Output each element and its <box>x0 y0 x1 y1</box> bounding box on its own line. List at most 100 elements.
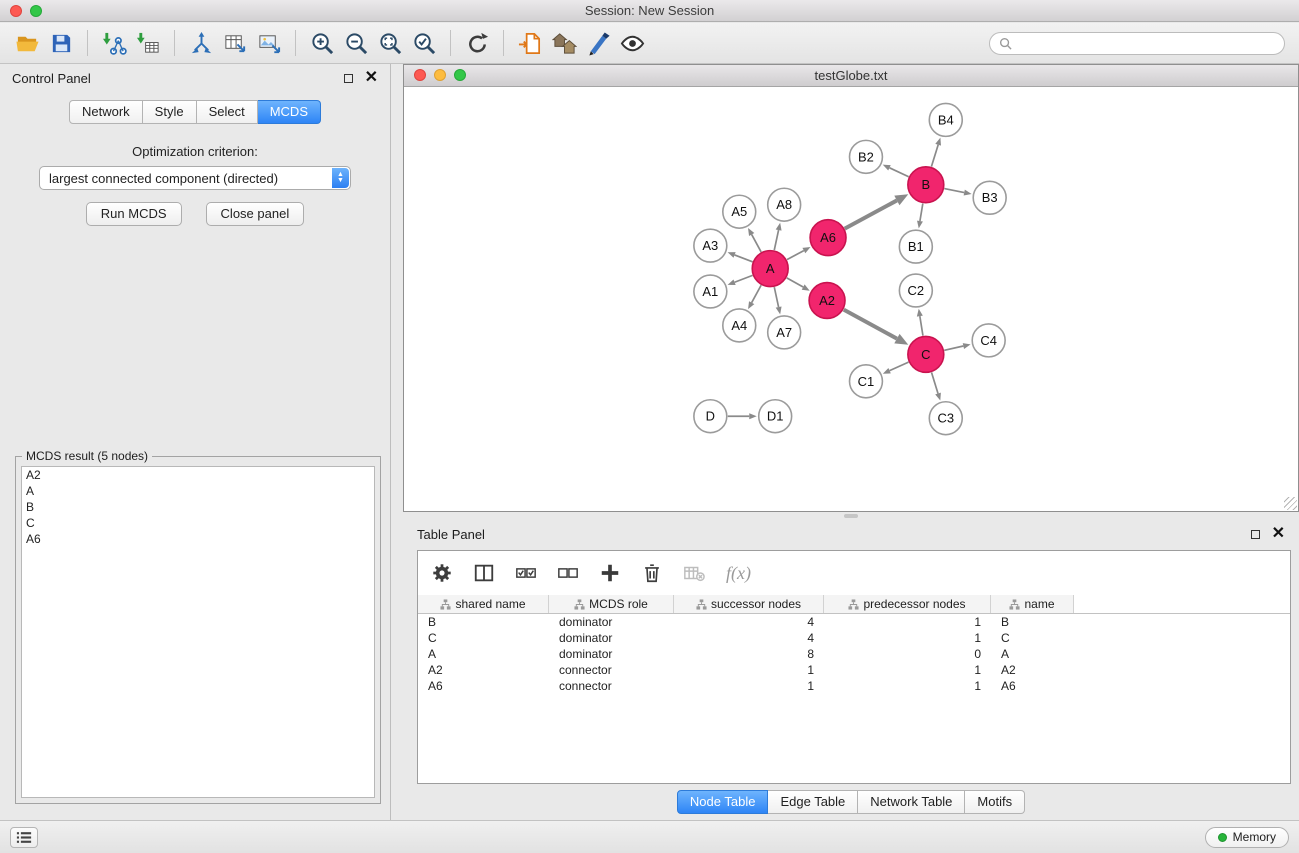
network-node-B1[interactable]: B1 <box>899 230 932 263</box>
network-node-A3[interactable]: A3 <box>694 229 727 262</box>
network-edge-C-C1[interactable] <box>890 362 909 370</box>
zoom-fit-icon[interactable] <box>373 27 407 59</box>
delete-column-icon[interactable] <box>638 559 666 587</box>
mcds-result-item[interactable]: A2 <box>22 467 374 483</box>
float-panel-icon[interactable] <box>344 74 353 83</box>
column-header-name[interactable]: name <box>991 595 1074 613</box>
network-node-A2[interactable]: A2 <box>809 283 845 319</box>
run-mcds-button[interactable]: Run MCDS <box>86 202 182 226</box>
new-table-icon[interactable] <box>218 27 252 59</box>
resize-grip[interactable] <box>1284 497 1297 510</box>
tab-mcds[interactable]: MCDS <box>258 100 321 124</box>
tab-network-table[interactable]: Network Table <box>858 790 965 814</box>
network-edge-A-A7[interactable] <box>774 287 778 307</box>
network-edge-C-C3[interactable] <box>932 372 938 393</box>
network-node-C[interactable]: C <box>908 336 944 372</box>
network-graph[interactable]: B4B2BB3A5A8A6B1A3AC2A1A2A4A7C4CC1C3DD1 <box>404 88 1298 511</box>
mcds-result-item[interactable]: A <box>22 483 374 499</box>
network-node-A1[interactable]: A1 <box>694 275 727 308</box>
network-node-B4[interactable]: B4 <box>929 103 962 136</box>
table-row[interactable]: A6connector11A6 <box>418 678 1290 694</box>
import-table-icon[interactable] <box>131 27 165 59</box>
optimization-criterion-select[interactable]: largest connected component (directed) ▲… <box>39 166 351 190</box>
tab-motifs[interactable]: Motifs <box>965 790 1025 814</box>
network-edge-A-A3[interactable] <box>735 255 753 262</box>
network-node-D[interactable]: D <box>694 400 727 433</box>
zoom-selected-icon[interactable] <box>407 27 441 59</box>
network-edge-A-A2[interactable] <box>787 278 803 287</box>
network-edge-A-A1[interactable] <box>735 275 753 282</box>
network-node-C1[interactable]: C1 <box>850 365 883 398</box>
mcds-result-list[interactable]: A2ABCA6 <box>21 466 375 798</box>
close-window-button[interactable] <box>10 5 22 17</box>
mcds-result-item[interactable]: B <box>22 499 374 515</box>
horizontal-splitter-handle[interactable] <box>844 514 858 518</box>
document-transfer-icon[interactable] <box>513 27 547 59</box>
homes-icon[interactable] <box>547 27 581 59</box>
network-node-A5[interactable]: A5 <box>723 195 756 228</box>
network-edge-C-C2[interactable] <box>920 316 923 335</box>
network-edge-A-A4[interactable] <box>752 285 761 302</box>
network-edge-A-A6[interactable] <box>787 251 804 260</box>
network-node-D1[interactable]: D1 <box>759 400 792 433</box>
eye-icon[interactable] <box>615 27 649 59</box>
table-row[interactable]: Adominator80A <box>418 646 1290 662</box>
gear-icon[interactable] <box>428 559 456 587</box>
network-edge-C-C4[interactable] <box>944 346 963 350</box>
zoom-network-window-button[interactable] <box>454 69 466 81</box>
table-row[interactable]: Bdominator41B <box>418 614 1290 630</box>
search-field[interactable] <box>989 32 1285 55</box>
pen-icon[interactable] <box>581 27 615 59</box>
search-input[interactable] <box>1017 36 1275 50</box>
column-header-shared-name[interactable]: shared name <box>418 595 549 613</box>
network-edge-B-B1[interactable] <box>920 204 923 221</box>
memory-button[interactable]: Memory <box>1205 827 1289 848</box>
close-network-window-button[interactable] <box>414 69 426 81</box>
network-edge-B-B2[interactable] <box>890 168 909 177</box>
network-node-B[interactable]: B <box>908 167 944 203</box>
zoom-out-icon[interactable] <box>339 27 373 59</box>
column-header-successor-nodes[interactable]: successor nodes <box>674 595 824 613</box>
network-node-A7[interactable]: A7 <box>768 316 801 349</box>
refresh-layout-icon[interactable] <box>460 27 494 59</box>
import-network-icon[interactable] <box>97 27 131 59</box>
column-header-predecessor-nodes[interactable]: predecessor nodes <box>824 595 991 613</box>
task-history-button[interactable] <box>10 827 38 848</box>
table-row[interactable]: Cdominator41C <box>418 630 1290 646</box>
tab-edge-table[interactable]: Edge Table <box>768 790 858 814</box>
tab-style[interactable]: Style <box>143 100 197 124</box>
float-table-panel-icon[interactable] <box>1251 530 1260 539</box>
network-node-C2[interactable]: C2 <box>899 274 932 307</box>
minimize-network-window-button[interactable] <box>434 69 446 81</box>
tab-node-table[interactable]: Node Table <box>677 790 769 814</box>
network-edge-A-A8[interactable] <box>774 230 778 250</box>
network-node-C3[interactable]: C3 <box>929 402 962 435</box>
unselect-all-columns-icon[interactable] <box>554 559 582 587</box>
tab-network[interactable]: Network <box>69 100 143 124</box>
new-network-icon[interactable] <box>184 27 218 59</box>
columns-icon[interactable] <box>470 559 498 587</box>
tab-select[interactable]: Select <box>197 100 258 124</box>
network-node-A4[interactable]: A4 <box>723 309 756 342</box>
network-window-titlebar[interactable]: testGlobe.txt <box>404 65 1298 87</box>
network-node-A6[interactable]: A6 <box>810 220 846 256</box>
network-edge-A6-B[interactable] <box>845 200 897 228</box>
column-header-MCDS-role[interactable]: MCDS role <box>549 595 674 613</box>
export-image-icon[interactable] <box>252 27 286 59</box>
network-node-B3[interactable]: B3 <box>973 181 1006 214</box>
network-edge-A-A5[interactable] <box>752 234 761 251</box>
network-node-A8[interactable]: A8 <box>768 188 801 221</box>
save-session-icon[interactable] <box>44 27 78 59</box>
mcds-result-item[interactable]: A6 <box>22 531 374 547</box>
network-node-C4[interactable]: C4 <box>972 324 1005 357</box>
close-panel-icon[interactable]: ✕ <box>365 72 378 84</box>
close-panel-button[interactable]: Close panel <box>206 202 305 226</box>
network-canvas[interactable]: B4B2BB3A5A8A6B1A3AC2A1A2A4A7C4CC1C3DD1 <box>404 88 1298 511</box>
open-session-icon[interactable] <box>10 27 44 59</box>
select-all-columns-icon[interactable] <box>512 559 540 587</box>
close-table-panel-icon[interactable]: ✕ <box>1272 528 1285 540</box>
zoom-window-button[interactable] <box>30 5 42 17</box>
network-edge-A2-C[interactable] <box>844 310 897 339</box>
network-node-A[interactable]: A <box>752 251 788 287</box>
table-row[interactable]: A2connector11A2 <box>418 662 1290 678</box>
